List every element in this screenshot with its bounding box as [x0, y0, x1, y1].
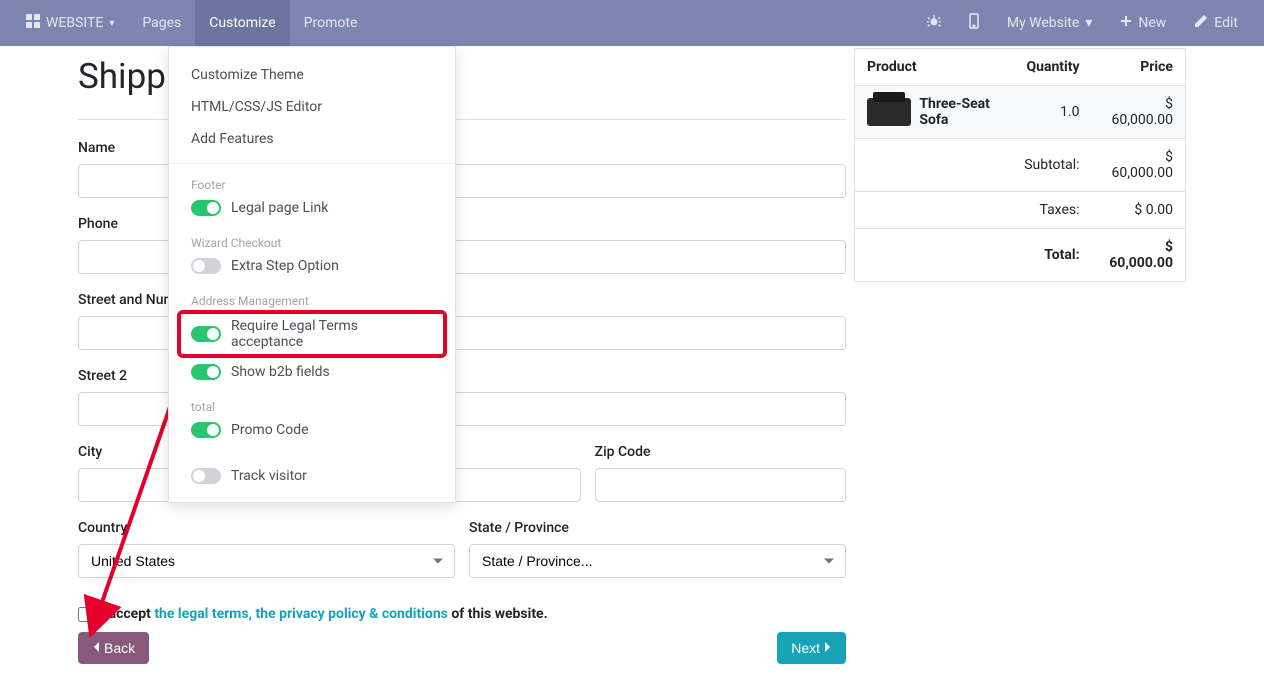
subtotal-row: Subtotal: $ 60,000.00 [855, 139, 1186, 192]
nav-website[interactable]: WEBSITE ▾ [12, 0, 128, 46]
table-header-row: Product Quantity Price [855, 49, 1186, 86]
accept-text: I accept the legal terms, the privacy po… [101, 606, 548, 622]
dropdown-divider [169, 163, 455, 164]
toggle-switch[interactable] [191, 200, 221, 216]
taxes-value: $ 0.00 [1092, 192, 1186, 229]
state-select[interactable]: State / Province... [469, 544, 846, 578]
dropdown-header-total: total [169, 394, 455, 416]
col-quantity: Quantity [1014, 49, 1091, 86]
total-value: $ 60,000.00 [1092, 229, 1186, 282]
accept-prefix: I accept [101, 606, 154, 622]
toggle-label: Show b2b fields [231, 364, 330, 380]
form-column: Customize Theme HTML/CSS/JS Editor Add F… [78, 46, 846, 664]
field-zip: Zip Code [595, 444, 846, 502]
nav-my-website[interactable]: My Website ▾ [993, 0, 1106, 46]
zip-label: Zip Code [595, 444, 846, 460]
main-content: Customize Theme HTML/CSS/JS Editor Add F… [0, 46, 1264, 664]
toggle-extra-step[interactable]: Extra Step Option [169, 252, 455, 280]
toggle-show-b2b[interactable]: Show b2b fields [169, 358, 455, 386]
nav-my-website-label: My Website [1007, 15, 1079, 31]
caret-down-icon: ▾ [109, 18, 114, 29]
field-state: State / Province State / Province... [469, 520, 846, 578]
toggle-switch[interactable] [191, 364, 221, 380]
chevron-right-icon [824, 640, 832, 656]
toggle-switch[interactable] [191, 422, 221, 438]
row-country-state: Country United States State / Province S… [78, 520, 846, 596]
grid-icon [26, 14, 40, 32]
accept-suffix: of this website. [448, 606, 548, 622]
product-cell: Three-Seat Sofa [855, 86, 1015, 139]
taxes-label: Taxes: [855, 192, 1092, 229]
state-label: State / Province [469, 520, 846, 536]
nav-left: WEBSITE ▾ Pages Customize Promote [12, 0, 371, 46]
subtotal-label: Subtotal: [855, 139, 1092, 192]
nav-bug-button[interactable] [913, 0, 955, 46]
toggle-promo-code[interactable]: Promo Code [169, 416, 455, 444]
next-label: Next [791, 640, 820, 656]
col-price: Price [1092, 49, 1186, 86]
accept-terms-row: I accept the legal terms, the privacy po… [78, 606, 846, 622]
toggle-label: Require Legal Terms acceptance [231, 318, 433, 350]
dropdown-add-features[interactable]: Add Features [169, 123, 455, 155]
order-summary: Product Quantity Price Three-Seat Sofa 1… [846, 46, 1186, 664]
toggle-track-visitor[interactable]: Track visitor [169, 462, 455, 490]
dropdown-customize-theme[interactable]: Customize Theme [169, 47, 455, 91]
mobile-icon [969, 13, 979, 33]
nav-new-button[interactable]: New [1106, 0, 1180, 46]
customize-dropdown: Customize Theme HTML/CSS/JS Editor Add F… [168, 46, 456, 503]
toggle-label: Extra Step Option [231, 258, 339, 274]
dropdown-html-editor[interactable]: HTML/CSS/JS Editor [169, 91, 455, 123]
next-button[interactable]: Next [777, 632, 846, 664]
toggle-switch[interactable] [191, 468, 221, 484]
taxes-row: Taxes: $ 0.00 [855, 192, 1186, 229]
plus-icon [1120, 15, 1132, 31]
toggle-legal-page-link[interactable]: Legal page Link [169, 194, 455, 222]
accept-terms-checkbox[interactable] [78, 607, 93, 622]
zip-input[interactable] [595, 468, 846, 502]
nav-promote[interactable]: Promote [290, 0, 372, 46]
toggle-label: Track visitor [231, 468, 307, 484]
subtotal-value: $ 60,000.00 [1092, 139, 1186, 192]
toggle-switch[interactable] [191, 258, 221, 274]
bug-icon [927, 14, 941, 32]
product-image [867, 98, 911, 126]
nav-pages-label: Pages [142, 15, 181, 31]
toggle-require-legal-terms[interactable]: Require Legal Terms acceptance [179, 312, 445, 356]
pencil-icon [1194, 14, 1208, 32]
nav-customize-label: Customize [209, 15, 275, 31]
field-country: Country United States [78, 520, 455, 578]
nav-edit-button[interactable]: Edit [1180, 0, 1252, 46]
nav-mobile-button[interactable] [955, 0, 993, 46]
nav-customize[interactable]: Customize [195, 0, 289, 46]
product-qty: 1.0 [1014, 86, 1091, 139]
top-navbar: WEBSITE ▾ Pages Customize Promote My Web… [0, 0, 1264, 46]
order-table: Product Quantity Price Three-Seat Sofa 1… [854, 48, 1186, 282]
nav-promote-label: Promote [304, 15, 358, 31]
nav-pages[interactable]: Pages [128, 0, 195, 46]
nav-right: My Website ▾ New Edit [913, 0, 1252, 46]
nav-website-label: WEBSITE [46, 15, 103, 31]
back-label: Back [104, 640, 135, 656]
total-row: Total: $ 60,000.00 [855, 229, 1186, 282]
button-row: Back Next [78, 632, 846, 664]
country-label: Country [78, 520, 455, 536]
dropdown-header-footer: Footer [169, 172, 455, 194]
col-product: Product [855, 49, 1015, 86]
chevron-left-icon [92, 640, 100, 656]
nav-edit-label: Edit [1214, 15, 1238, 31]
legal-terms-link[interactable]: the legal terms, the privacy policy & co… [154, 606, 448, 622]
caret-down-icon: ▾ [1085, 15, 1092, 31]
dropdown-header-address: Address Management [169, 288, 455, 310]
nav-new-label: New [1138, 15, 1166, 31]
back-button[interactable]: Back [78, 632, 149, 664]
toggle-switch[interactable] [191, 326, 221, 342]
product-name: Three-Seat Sofa [919, 96, 1002, 128]
table-row: Three-Seat Sofa 1.0 $ 60,000.00 [855, 86, 1186, 139]
dropdown-header-wizard: Wizard Checkout [169, 230, 455, 252]
toggle-label: Promo Code [231, 422, 309, 438]
toggle-label: Legal page Link [231, 200, 328, 216]
country-select[interactable]: United States [78, 544, 455, 578]
product-price: $ 60,000.00 [1092, 86, 1186, 139]
total-label: Total: [855, 229, 1092, 282]
